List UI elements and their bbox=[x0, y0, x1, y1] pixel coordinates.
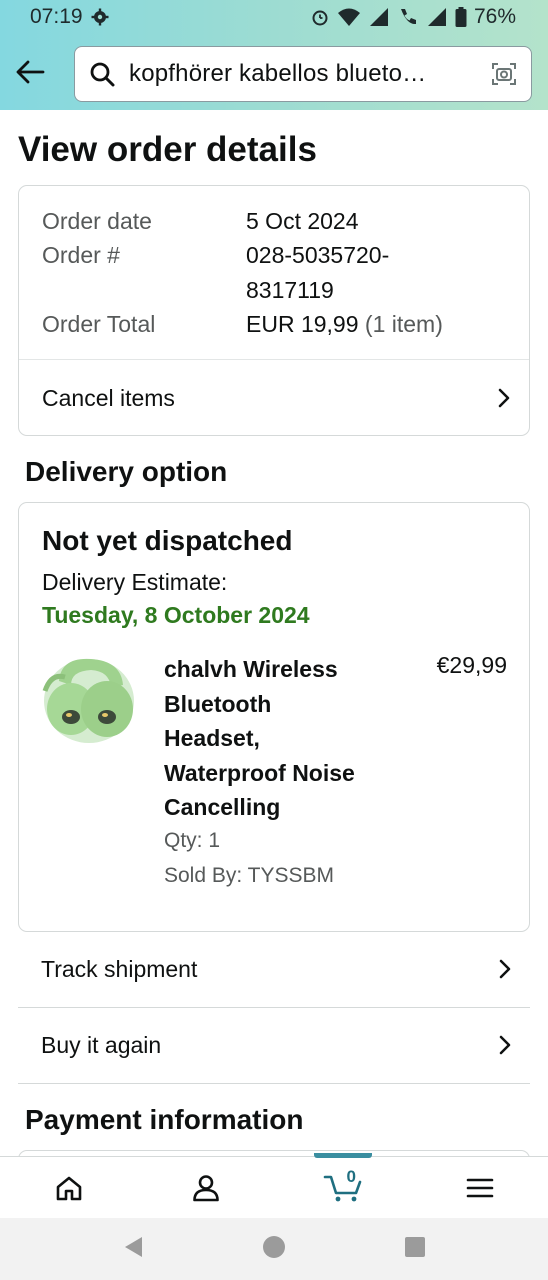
product-price: €29,99 bbox=[436, 652, 507, 678]
track-shipment-label: Track shipment bbox=[41, 955, 198, 982]
order-total-amount: EUR 19,99 bbox=[246, 311, 359, 337]
back-button[interactable] bbox=[12, 54, 48, 90]
system-back-icon[interactable] bbox=[122, 1235, 144, 1264]
top-bar: 07:19 76% kopfhörer kabellos blueto… bbox=[0, 0, 548, 110]
order-number-value-2: 8317119 bbox=[246, 277, 334, 303]
cancel-items-label: Cancel items bbox=[42, 384, 175, 411]
wifi-icon bbox=[337, 7, 361, 27]
status-bar: 07:19 76% bbox=[0, 0, 548, 34]
system-recents-icon[interactable] bbox=[404, 1236, 426, 1263]
product-quantity: Qty: 1 bbox=[164, 829, 221, 852]
delivery-estimate-label: Delivery Estimate: bbox=[42, 569, 228, 595]
nav-account[interactable] bbox=[166, 1157, 246, 1219]
delivery-estimate-date: Tuesday, 8 October 2024 bbox=[42, 602, 310, 628]
order-number-value-1: 028-5035720- bbox=[246, 242, 390, 268]
alarm-icon bbox=[310, 7, 330, 27]
hamburger-menu-icon bbox=[466, 1178, 493, 1197]
order-total-value: EUR 19,99 (1 item) bbox=[246, 311, 443, 338]
system-home-icon[interactable] bbox=[262, 1235, 286, 1264]
battery-icon bbox=[455, 7, 467, 27]
order-date-value: 5 Oct 2024 bbox=[246, 208, 359, 234]
nav-cart[interactable]: 0 bbox=[303, 1152, 383, 1219]
bottom-nav: 0 bbox=[0, 1152, 548, 1219]
camera-search-icon[interactable] bbox=[491, 61, 517, 87]
track-shipment-link[interactable]: Track shipment bbox=[18, 931, 530, 1007]
payment-section-title: Payment information bbox=[25, 1104, 304, 1135]
buy-again-link[interactable]: Buy it again bbox=[18, 1007, 530, 1083]
battery-level: 76% bbox=[473, 5, 516, 28]
active-tab-indicator bbox=[313, 1152, 372, 1158]
nav-menu[interactable] bbox=[440, 1157, 520, 1219]
product-seller: Sold By: TYSSBM bbox=[164, 864, 335, 887]
cancel-items-link[interactable]: Cancel items bbox=[19, 360, 529, 436]
product-title-line: chalvh Wireless bbox=[164, 656, 338, 682]
chevron-right-icon bbox=[497, 387, 511, 409]
order-date-label: Order date bbox=[42, 208, 152, 234]
product-title-line: Cancelling bbox=[164, 794, 281, 820]
order-number-label: Order # bbox=[42, 242, 120, 268]
search-box[interactable]: kopfhörer kabellos blueto… bbox=[74, 46, 532, 102]
person-icon bbox=[192, 1174, 219, 1201]
signal-icon bbox=[426, 7, 448, 27]
chevron-right-icon bbox=[498, 1034, 512, 1056]
divider bbox=[18, 1083, 530, 1084]
home-icon bbox=[56, 1176, 81, 1200]
order-summary-card: Order date 5 Oct 2024 Order # 028-503572… bbox=[18, 185, 530, 436]
gear-icon bbox=[91, 8, 109, 26]
page-title: View order details bbox=[18, 130, 317, 169]
product-title-line: Bluetooth bbox=[164, 690, 272, 717]
buy-again-label: Buy it again bbox=[41, 1031, 162, 1058]
order-total-label: Order Total bbox=[42, 311, 156, 337]
status-time: 07:19 bbox=[30, 5, 83, 28]
search-header: kopfhörer kabellos blueto… bbox=[0, 44, 548, 104]
product-title-line: Waterproof Noise bbox=[164, 759, 355, 786]
shipment-status: Not yet dispatched bbox=[42, 525, 293, 556]
order-total-items: (1 item) bbox=[364, 311, 443, 337]
cart-icon bbox=[323, 1175, 361, 1201]
call-wifi-icon bbox=[397, 6, 419, 28]
system-nav-bar bbox=[0, 1218, 548, 1280]
delivery-section-title: Delivery option bbox=[25, 456, 228, 487]
green-earbuds-image bbox=[42, 658, 134, 743]
status-right: 76% bbox=[310, 5, 516, 29]
delivery-card: Not yet dispatched Delivery Estimate: Tu… bbox=[18, 502, 530, 932]
product-title-link[interactable]: chalvh Wireless Bluetooth Headset, Water… bbox=[164, 652, 394, 825]
nav-home[interactable] bbox=[29, 1157, 109, 1219]
search-icon bbox=[90, 62, 115, 87]
product-image[interactable] bbox=[41, 651, 141, 747]
status-left: 07:19 bbox=[30, 5, 109, 29]
search-input[interactable]: kopfhörer kabellos blueto… bbox=[129, 60, 481, 88]
cart-count-badge: 0 bbox=[346, 1166, 356, 1186]
back-arrow-icon bbox=[16, 60, 45, 84]
signal-r-icon bbox=[368, 7, 390, 27]
chevron-right-icon bbox=[498, 958, 512, 980]
product-title-line: Headset, bbox=[164, 725, 260, 751]
